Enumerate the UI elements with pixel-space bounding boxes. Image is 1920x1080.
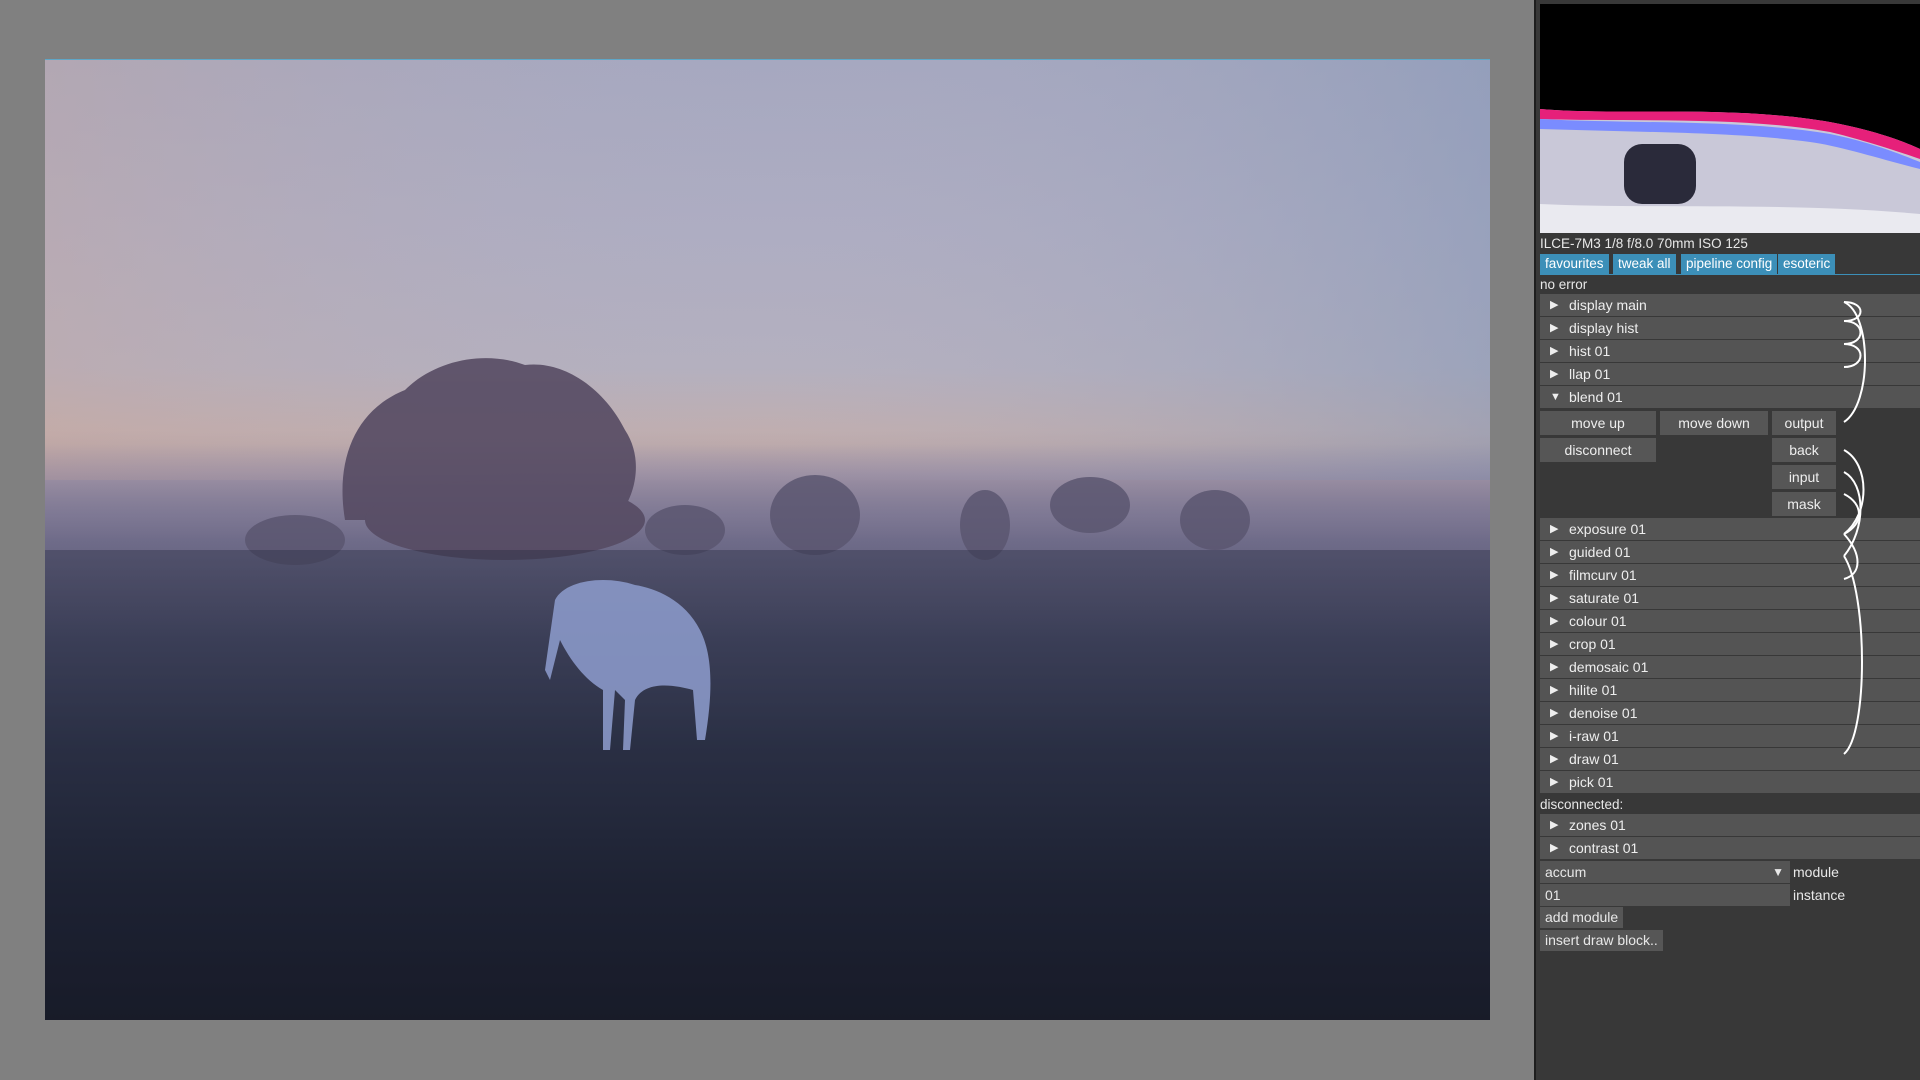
tab-pipeline-config[interactable]: pipeline config xyxy=(1681,254,1778,274)
triangle-right-icon: ▶ xyxy=(1550,661,1559,673)
triangle-right-icon: ▶ xyxy=(1550,753,1559,765)
instance-input-value: 01 xyxy=(1545,887,1561,903)
module-label: crop 01 xyxy=(1569,636,1616,652)
module-label: hilite 01 xyxy=(1569,682,1618,698)
disconnected-heading: disconnected: xyxy=(1540,797,1624,812)
module-label: colour 01 xyxy=(1569,613,1627,629)
insert-draw-block-button[interactable]: insert draw block.. xyxy=(1540,930,1663,951)
triangle-right-icon: ▶ xyxy=(1550,842,1559,854)
connector-back[interactable]: back xyxy=(1772,438,1836,462)
triangle-right-icon: ▶ xyxy=(1550,592,1559,604)
module-label: llap 01 xyxy=(1569,366,1611,382)
triangle-right-icon: ▶ xyxy=(1550,322,1559,334)
connector-output[interactable]: output xyxy=(1772,411,1836,435)
right-sidebar: ILCE-7M3 1/8 f/8.0 70mm ISO 125 favourit… xyxy=(1534,0,1920,1080)
module-select[interactable]: accum ▼ xyxy=(1540,861,1790,883)
triangle-right-icon: ▶ xyxy=(1550,684,1559,696)
chevron-down-icon: ▼ xyxy=(1772,865,1784,879)
histogram-waveform xyxy=(1540,4,1920,233)
triangle-right-icon: ▶ xyxy=(1550,615,1559,627)
tab-esoteric[interactable]: esoteric xyxy=(1778,254,1836,274)
add-module-button[interactable]: add module xyxy=(1540,907,1624,928)
module-label: hist 01 xyxy=(1569,343,1611,359)
module-label: denoise 01 xyxy=(1569,705,1638,721)
triangle-right-icon: ▶ xyxy=(1550,368,1559,380)
connection-wires xyxy=(1843,301,1866,755)
module-label: guided 01 xyxy=(1569,544,1631,560)
disconnect-button[interactable]: disconnect xyxy=(1540,438,1656,462)
module-label: zones 01 xyxy=(1569,817,1626,833)
connector-input[interactable]: input xyxy=(1772,465,1836,489)
tab-favourites[interactable]: favourites xyxy=(1540,254,1609,274)
foggy-horse-photo xyxy=(45,60,1490,1020)
module-select-label: module xyxy=(1793,864,1839,880)
triangle-right-icon: ▶ xyxy=(1550,546,1559,558)
image-viewport[interactable] xyxy=(0,0,1534,1080)
triangle-down-icon: ▼ xyxy=(1550,391,1561,403)
status-text: no error xyxy=(1540,277,1588,292)
module-row-contrast-01[interactable]: ▶ contrast 01 xyxy=(1540,837,1920,859)
module-label: filmcurv 01 xyxy=(1569,567,1637,583)
module-label: draw 01 xyxy=(1569,751,1619,767)
triangle-right-icon: ▶ xyxy=(1550,707,1559,719)
module-label: blend 01 xyxy=(1569,389,1623,405)
module-row-zones-01[interactable]: ▶ zones 01 xyxy=(1540,814,1920,836)
module-label: contrast 01 xyxy=(1569,840,1639,856)
triangle-right-icon: ▶ xyxy=(1550,523,1559,535)
tab-tweak-all[interactable]: tweak all xyxy=(1613,254,1676,274)
photo-metadata: ILCE-7M3 1/8 f/8.0 70mm ISO 125 xyxy=(1540,236,1748,251)
instance-label: instance xyxy=(1793,887,1846,903)
histogram xyxy=(1540,4,1920,233)
module-select-value: accum xyxy=(1545,864,1587,880)
triangle-right-icon: ▶ xyxy=(1550,345,1559,357)
move-up-button[interactable]: move up xyxy=(1540,411,1656,435)
module-label: exposure 01 xyxy=(1569,521,1647,537)
move-down-button[interactable]: move down xyxy=(1660,411,1768,435)
tab-underline xyxy=(1540,274,1920,275)
module-label: display main xyxy=(1569,297,1647,313)
triangle-right-icon: ▶ xyxy=(1550,299,1559,311)
module-label: display hist xyxy=(1569,320,1639,336)
connector-mask[interactable]: mask xyxy=(1772,492,1836,516)
module-label: pick 01 xyxy=(1569,774,1614,790)
triangle-right-icon: ▶ xyxy=(1550,776,1559,788)
triangle-right-icon: ▶ xyxy=(1550,819,1559,831)
module-label: i-raw 01 xyxy=(1569,728,1619,744)
instance-input[interactable]: 01 xyxy=(1540,884,1790,906)
module-label: demosaic 01 xyxy=(1569,659,1649,675)
triangle-right-icon: ▶ xyxy=(1550,730,1559,742)
photo-preview[interactable] xyxy=(45,59,1490,1020)
triangle-right-icon: ▶ xyxy=(1550,569,1559,581)
triangle-right-icon: ▶ xyxy=(1550,638,1559,650)
module-label: saturate 01 xyxy=(1569,590,1640,606)
